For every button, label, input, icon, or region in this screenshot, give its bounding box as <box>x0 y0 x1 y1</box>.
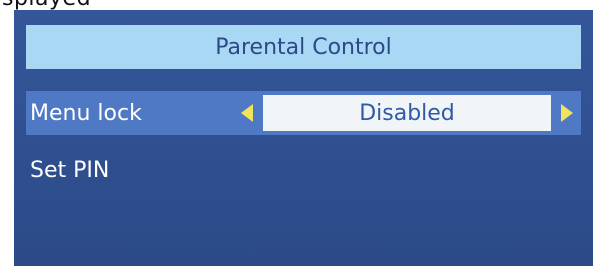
menu-lock-label: Menu lock <box>30 100 142 126</box>
menu-lock-value-text: Disabled <box>359 100 455 126</box>
set-pin-label: Set PIN <box>30 157 110 183</box>
parental-control-panel: Parental Control Menu lock Disabled Set … <box>14 10 593 266</box>
triangle-right-icon[interactable] <box>561 104 573 122</box>
menu-lock-selector[interactable]: Disabled <box>241 91 576 135</box>
menu-lock-value: Disabled <box>263 95 551 131</box>
menu-item-menu-lock[interactable]: Menu lock Disabled <box>26 91 581 135</box>
menu-title: Parental Control <box>26 25 581 69</box>
menu-item-set-pin[interactable]: Set PIN <box>26 148 581 192</box>
triangle-left-icon[interactable] <box>241 104 253 122</box>
menu-title-label: Parental Control <box>215 34 392 60</box>
